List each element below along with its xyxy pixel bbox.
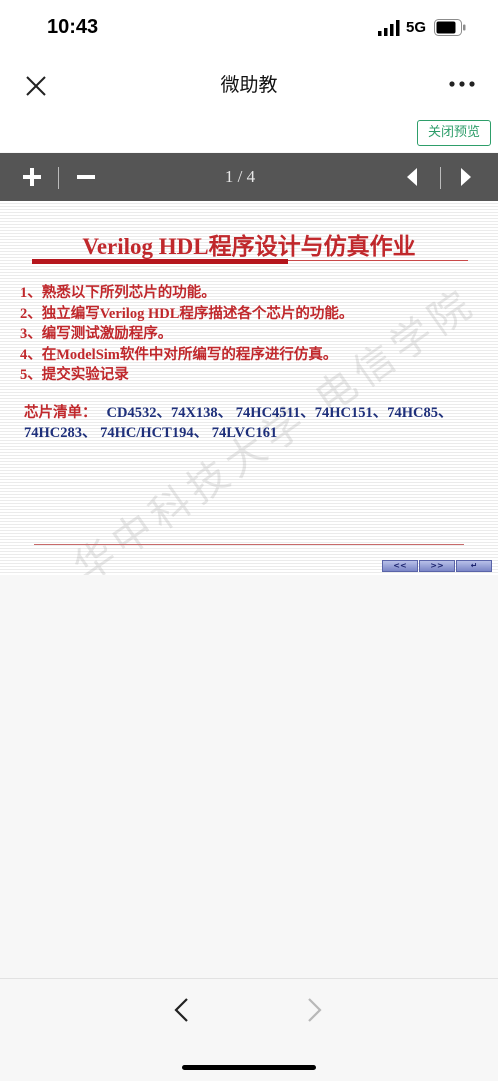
zoom-out-icon[interactable] <box>74 165 98 189</box>
slide-return-button[interactable]: ↵ <box>456 560 492 572</box>
title-underline-thin <box>288 260 468 261</box>
next-page-icon[interactable] <box>454 165 478 189</box>
chip-list-label: 芯片清单： <box>24 405 97 421</box>
page-indicator: 1 / 4 <box>224 167 256 186</box>
task-list: 1、熟悉以下所列芯片的功能。 2、独立编写Verilog HDL程序描述各个芯片… <box>20 283 353 386</box>
slide-page: 华中科技大学 电信学院 Verilog HDL程序设计与仿真作业 1、熟悉以下所… <box>0 201 498 575</box>
slide-title: Verilog HDL程序设计与仿真作业 <box>82 234 416 259</box>
nav-bar: 微助教 <box>0 56 498 112</box>
toolbar-divider <box>440 167 441 189</box>
bottom-nav-bar <box>0 978 498 1081</box>
slide-prev-button[interactable]: << <box>382 560 418 572</box>
network-type: 5G <box>406 19 427 36</box>
task-item: 4、在ModelSim软件中对所编写的程序进行仿真。 <box>20 346 338 363</box>
slide-divider <box>34 544 464 545</box>
title-underline <box>32 259 288 264</box>
slide-next-button[interactable]: >> <box>419 560 455 572</box>
status-bar: 10:43 5G <box>0 0 498 56</box>
signal-icon <box>378 20 400 36</box>
previous-page-icon[interactable] <box>400 165 424 189</box>
forward-arrow-icon[interactable] <box>300 995 328 1025</box>
chip-list: 芯片清单： CD4532、74X138、 74HC4511、74HC151、74H… <box>24 403 484 443</box>
task-item: 5、提交实验记录 <box>20 367 129 383</box>
status-time: 10:43 <box>47 16 99 38</box>
more-options-icon[interactable] <box>446 74 478 94</box>
close-preview-button[interactable]: 关闭预览 <box>417 120 491 146</box>
zoom-in-icon[interactable] <box>20 165 44 189</box>
toolbar-divider <box>58 167 59 189</box>
preview-row: 关闭预览 <box>0 112 498 152</box>
task-item: 3、编写测试激励程序。 <box>20 326 173 342</box>
task-item: 2、独立编写Verilog HDL程序描述各个芯片的功能。 <box>20 305 354 322</box>
viewer-toolbar: 1 / 4 <box>0 153 498 201</box>
page-title: 微助教 <box>220 74 278 96</box>
home-indicator <box>182 1065 316 1070</box>
task-item: 1、熟悉以下所列芯片的功能。 <box>20 285 216 301</box>
back-arrow-icon[interactable] <box>168 995 196 1025</box>
battery-icon <box>434 19 466 36</box>
